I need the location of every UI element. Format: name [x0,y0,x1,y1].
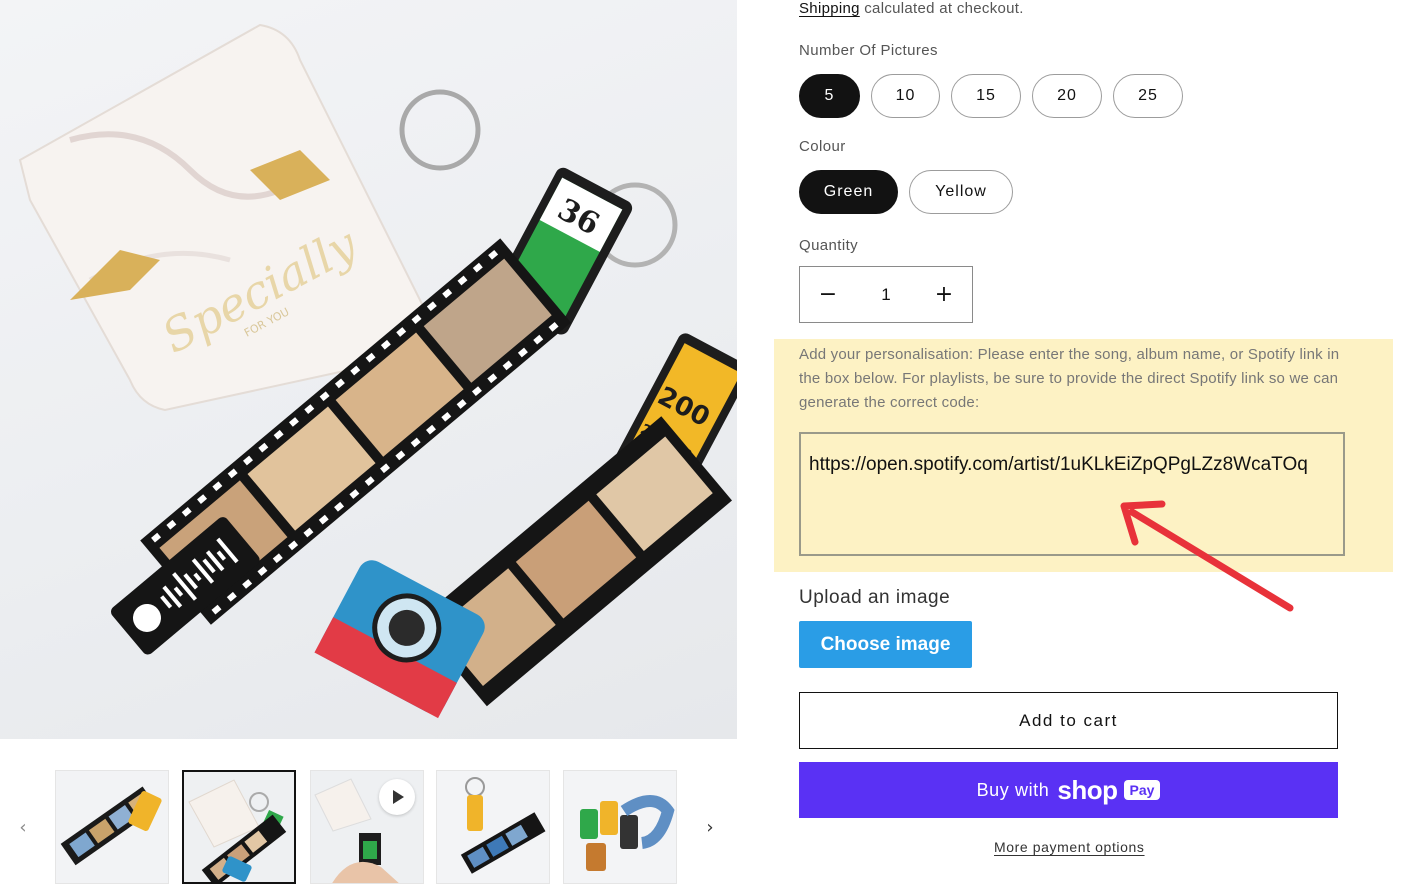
camera-tag [314,560,485,719]
shipping-note: Shipping calculated at checkout. [799,0,1024,17]
thumb-keychain-blue[interactable] [436,770,550,884]
upload-label: Upload an image [799,587,951,608]
chevron-left-icon[interactable]: ‹ [13,818,33,838]
personalisation-highlight: Add your personalisation: Please enter t… [774,339,1393,572]
key-ring-icon [399,89,481,171]
quantity-input[interactable] [856,267,916,322]
pictures-option-10[interactable]: 10 [871,74,940,118]
personalisation-prompt: Add your personalisation: Please enter t… [799,346,1340,411]
product-photo-illustration: Specially FOR YOU 36 200 24 exp. [18,23,737,719]
pay-badge: Pay [1123,780,1161,800]
annotation-arrow-icon [1120,500,1294,612]
thumb-canisters[interactable] [563,770,677,884]
pictures-option-20[interactable]: 20 [1032,74,1102,118]
buy-with-shop-pay-button[interactable]: Buy with shop Pay [799,762,1338,818]
thumbnail-image [437,771,549,883]
shop-logo: shop [1057,774,1118,805]
thumb-keychains-city[interactable] [55,770,169,884]
pictures-option-15[interactable]: 15 [951,74,1021,118]
more-payment-options-link[interactable]: More payment options [994,839,1145,855]
thumbnail-image [564,771,676,883]
gallery-thumbnails: ‹ › [0,760,737,891]
pictures-option-5[interactable]: 5 [799,74,860,118]
thumbnail-image [56,771,168,883]
play-icon[interactable] [379,779,415,815]
thumbnail-image [184,772,294,882]
pictures-option-25[interactable]: 25 [1113,74,1183,118]
product-main-image[interactable]: Specially FOR YOU 36 200 24 exp. [0,0,737,739]
quantity-stepper: − + [799,266,973,323]
chevron-right-icon[interactable]: › [700,818,720,838]
colour-option-green[interactable]: Green [799,170,898,214]
buy-with-label: Buy with [976,779,1050,800]
colour-option-yellow[interactable]: Yellow [909,170,1013,214]
thumb-video-hand[interactable] [310,770,424,884]
plus-icon[interactable]: + [916,267,972,322]
thumb-gift-box[interactable] [182,770,296,884]
minus-icon[interactable]: − [800,267,856,322]
colour-label: Colour [799,138,846,155]
choose-image-button[interactable]: Choose image [799,621,972,668]
pictures-label: Number Of Pictures [799,42,938,59]
add-to-cart-button[interactable]: Add to cart [799,692,1338,749]
shipping-link[interactable]: Shipping [799,0,860,17]
quantity-label: Quantity [799,237,859,254]
shipping-suffix: calculated at checkout. [859,0,1024,17]
